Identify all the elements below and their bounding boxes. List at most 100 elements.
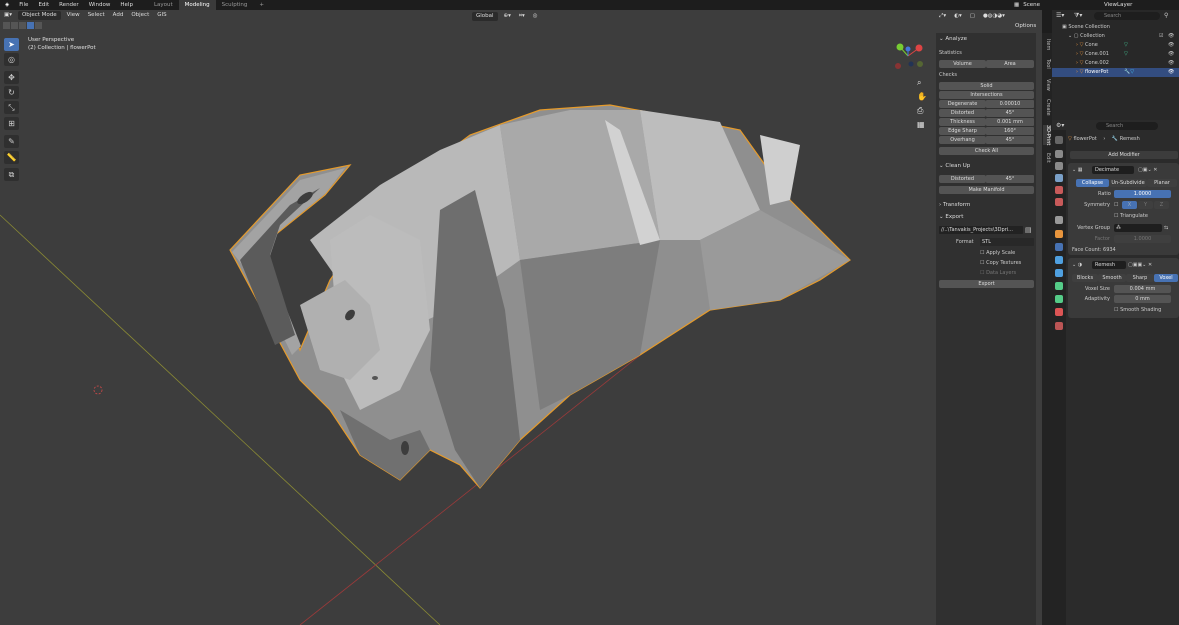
triangulate-checkbox[interactable]: ☐ Triangulate [1114,212,1148,220]
cleanup-header[interactable]: ⌄ Clean Up [939,163,970,169]
add-modifier-button[interactable]: Add Modifier [1070,151,1178,159]
eye-icon[interactable]: 👁 [1168,32,1174,41]
tool-tab-icon[interactable] [1055,136,1063,144]
tab-3d-print[interactable]: 3D-Print [1043,125,1051,146]
overhang-value[interactable]: 45° [986,136,1034,144]
pivot-icon[interactable]: ⊕▾ [500,11,515,22]
remesh-name-field[interactable]: Remesh [1092,261,1126,269]
outliner-funnel-icon[interactable]: ⚲ [1164,12,1168,19]
area-button[interactable]: Area [986,60,1034,68]
tab-view[interactable]: View [1043,79,1051,91]
edge-sharp-button[interactable]: Edge Sharp [939,127,986,135]
annotate-tool-icon[interactable]: ✎ [4,135,19,148]
select-extend-icon[interactable] [11,22,18,29]
transform-orientation[interactable]: Global [472,11,498,21]
export-path-field[interactable]: //..\Tanvakis_Projects\3Dpri... [939,226,1023,234]
properties-editor-icon[interactable]: ⚙▾ [1056,122,1064,129]
export-header[interactable]: ⌄ Export [939,214,963,220]
blender-logo-icon[interactable]: ◈ [0,0,14,10]
collection-tab-icon[interactable] [1055,216,1063,224]
volume-button[interactable]: Volume [939,60,986,68]
add-workspace-icon[interactable]: + [253,0,270,10]
smooth-shading-checkbox[interactable]: ☐ Smooth Shading [1114,306,1161,314]
remesh-toggles-icon[interactable]: ▢▣▣⌄ ✕ [1128,261,1152,269]
add-menu[interactable]: Add [109,10,128,21]
decimate-tab-planar[interactable]: Planar [1147,179,1177,187]
measure-tool-icon[interactable]: 📏 [4,151,19,164]
data-tab-icon[interactable] [1055,295,1063,303]
scene-name[interactable]: Scene [1023,2,1040,8]
particles-tab-icon[interactable] [1055,256,1063,264]
degenerate-button[interactable]: Degenerate [939,100,986,108]
proportional-edit-icon[interactable]: ◎ [529,11,542,22]
add-cube-tool-icon[interactable]: ⧉ [4,168,19,181]
decimate-toggles-icon[interactable]: ▢▣⌄ ✕ [1138,166,1157,174]
format-select[interactable]: STL [980,238,1034,246]
make-manifold-button[interactable]: Make Manifold [939,186,1034,194]
select-intersect-icon[interactable] [35,22,42,29]
factor-field[interactable]: 1.0000 [1114,235,1171,243]
object-menu[interactable]: Object [127,10,153,21]
distorted-value[interactable]: 45° [986,109,1034,117]
menu-help[interactable]: Help [115,0,138,10]
menu-window[interactable]: Window [84,0,116,10]
move-tool-icon[interactable]: ✥ [4,71,19,84]
overlay-toggle-icon[interactable]: ◐▾ [950,11,966,22]
camera-view-icon[interactable]: ⎙ [917,106,923,116]
degenerate-value[interactable]: 0.00010 [986,100,1034,108]
menu-file[interactable]: File [14,0,33,10]
pan-hand-icon[interactable]: ✋ [917,92,927,101]
output-tab-icon[interactable] [1055,162,1063,170]
eye-icon[interactable]: 👁 [1168,59,1174,68]
outliner-row-scene-collection[interactable]: ▣ Scene Collection [1052,23,1179,32]
remesh-tab-smooth[interactable]: Smooth [1098,274,1126,282]
copy-textures-checkbox[interactable]: ☐ Copy Textures [980,259,1021,267]
outliner-editor-icon[interactable]: ☰▾ [1056,12,1064,19]
outliner-row-cone[interactable]: › ▽ Cone ▽ 👁 [1052,41,1179,50]
analyze-header[interactable]: ⌄ Analyze [939,36,967,42]
symmetry-axis-y[interactable]: Y [1138,201,1153,209]
folder-icon[interactable]: ▤ [1025,226,1032,234]
tab-create[interactable]: Create [1043,99,1051,116]
options-dropdown[interactable]: Options [1015,23,1036,29]
eye-icon[interactable]: 👁 [1168,50,1174,59]
menu-render[interactable]: Render [54,0,84,10]
decimate-name-field[interactable]: Decimate [1092,166,1134,174]
view-layer-name[interactable]: ViewLayer [1104,2,1132,8]
outliner-row-collection[interactable]: ⌄ ▢ Collection ☑ 👁 [1052,32,1179,41]
outliner-search-input[interactable]: Search [1094,12,1160,20]
adaptivity-field[interactable]: 0 mm [1114,295,1171,303]
world-tab-icon[interactable] [1055,198,1063,206]
select-menu[interactable]: Select [84,10,109,21]
intersections-button[interactable]: Intersections [939,91,1034,99]
check-all-button[interactable]: Check All [939,147,1034,155]
select-box-mode-icon[interactable] [3,22,10,29]
ortho-toggle-icon[interactable]: ▦ [917,120,925,129]
symmetry-checkbox[interactable]: ☐ [1114,201,1118,209]
ratio-field[interactable]: 1.0000 [1114,190,1171,198]
solid-button[interactable]: Solid [939,82,1034,90]
distorted-button[interactable]: Distorted [939,109,986,117]
navigation-gizmo[interactable] [890,40,930,72]
export-button[interactable]: Export [939,280,1034,288]
cleanup-distorted-value[interactable]: 45° [986,175,1034,183]
remesh-collapse-toggle[interactable]: ⌄ ◑ [1072,261,1082,269]
checkbox-icon[interactable]: ☑ [1159,32,1163,41]
remesh-tab-sharp[interactable]: Sharp [1126,274,1154,282]
tab-tool[interactable]: Tool [1043,59,1051,69]
eye-icon[interactable]: 👁 [1168,68,1174,77]
select-invert-icon[interactable] [27,22,34,29]
voxel-size-field[interactable]: 0.004 mm [1114,285,1171,293]
gizmo-toggle-icon[interactable]: ⤢▾ [935,11,950,22]
thickness-button[interactable]: Thickness [939,118,986,126]
material-tab-icon[interactable] [1055,308,1063,316]
symmetry-axis-x[interactable]: X [1122,201,1137,209]
modifier-tab-icon[interactable] [1055,243,1063,251]
apply-scale-checkbox[interactable]: ☐ Apply Scale [980,249,1015,257]
texture-tab-icon[interactable] [1055,322,1063,330]
vertex-group-field[interactable]: ⁂ [1114,224,1162,232]
decimate-tab-unsubdivide[interactable]: Un-Subdivide [1109,179,1147,187]
rotate-tool-icon[interactable]: ↻ [4,86,19,99]
outliner-row-flowerpot[interactable]: › ▽ flowerPot 🔧▽ 👁 [1052,68,1179,77]
transform-header[interactable]: › Transform [939,202,970,208]
